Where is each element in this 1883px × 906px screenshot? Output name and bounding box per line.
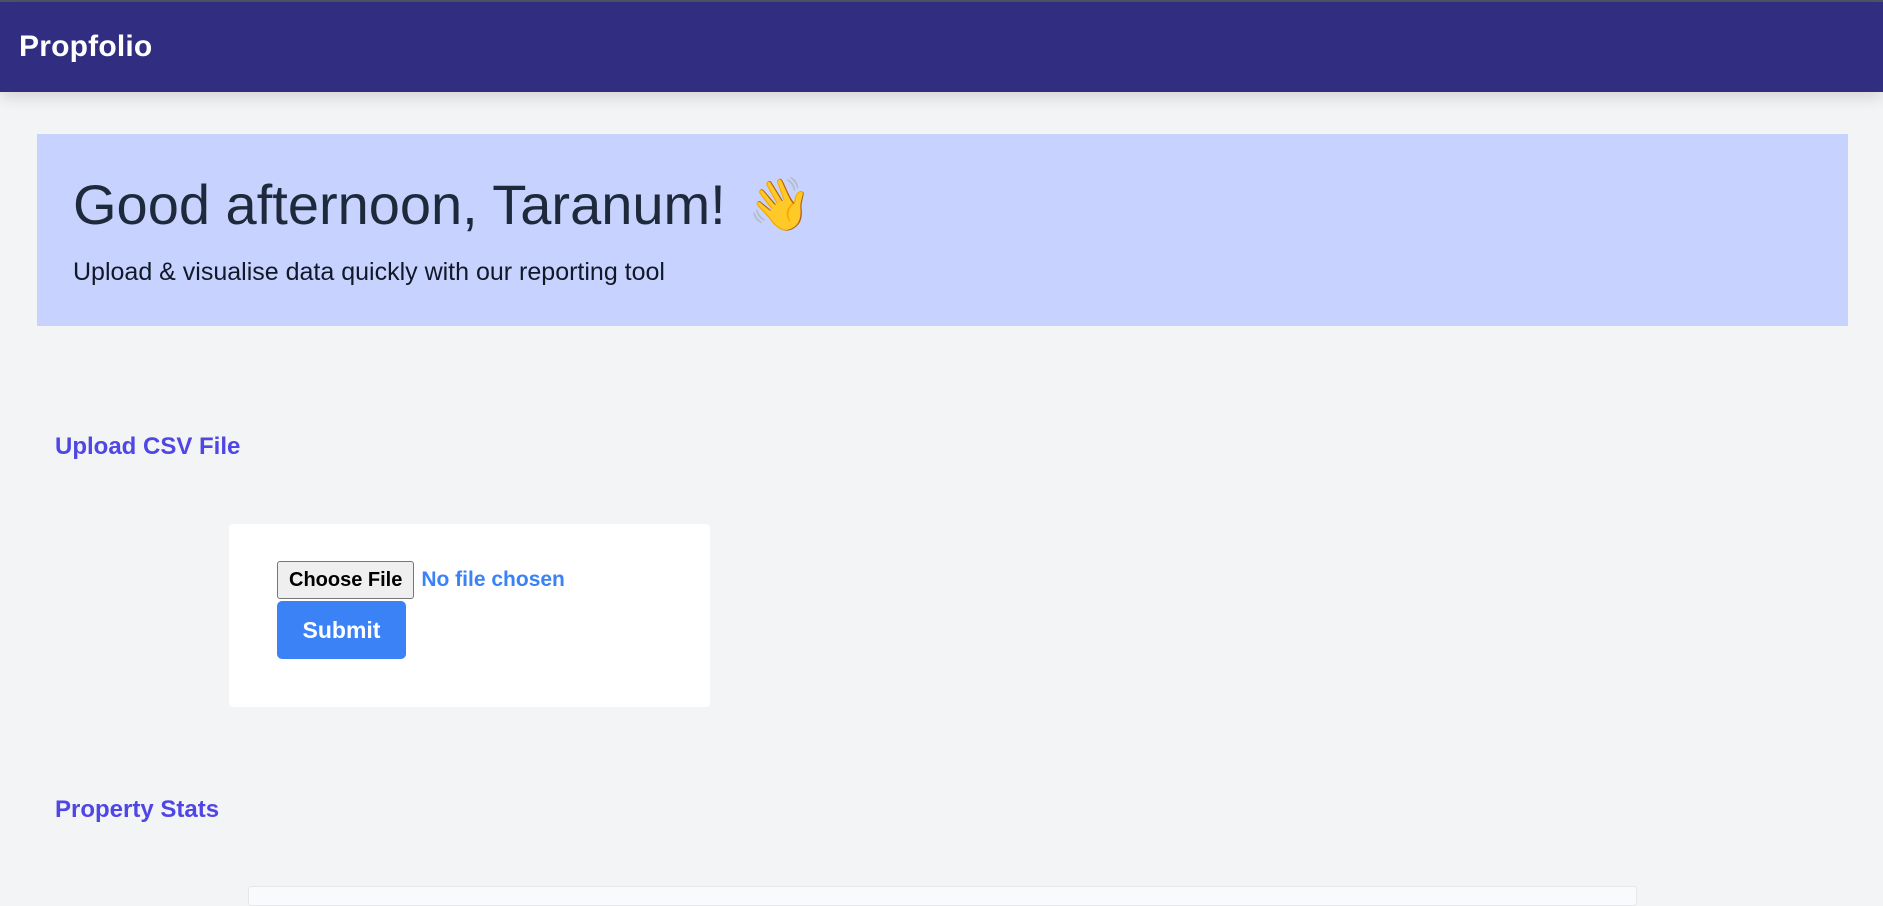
upload-section-title: Upload CSV File bbox=[55, 433, 241, 460]
property-stats-card bbox=[248, 886, 1637, 906]
file-status-text: No file chosen bbox=[421, 568, 565, 591]
greeting-text: Good afternoon, Taranum! bbox=[73, 173, 726, 236]
greeting-heading: Good afternoon, Taranum! 👋 bbox=[73, 172, 812, 237]
waving-hand-icon: 👋 bbox=[747, 175, 813, 234]
property-stats-title: Property Stats bbox=[55, 796, 220, 823]
brand-logo-text[interactable]: Propfolio bbox=[19, 30, 152, 64]
choose-file-button[interactable]: Choose File bbox=[277, 561, 415, 599]
submit-button[interactable]: Submit bbox=[277, 601, 406, 659]
welcome-banner: Good afternoon, Taranum! 👋 Upload & visu… bbox=[37, 134, 1848, 326]
file-input[interactable]: Choose File No file chosen bbox=[277, 561, 565, 599]
top-navbar: Propfolio bbox=[0, 2, 1883, 92]
banner-subtitle: Upload & visualise data quickly with our… bbox=[73, 258, 665, 286]
upload-form-card: Choose File No file chosen Submit bbox=[229, 524, 710, 707]
